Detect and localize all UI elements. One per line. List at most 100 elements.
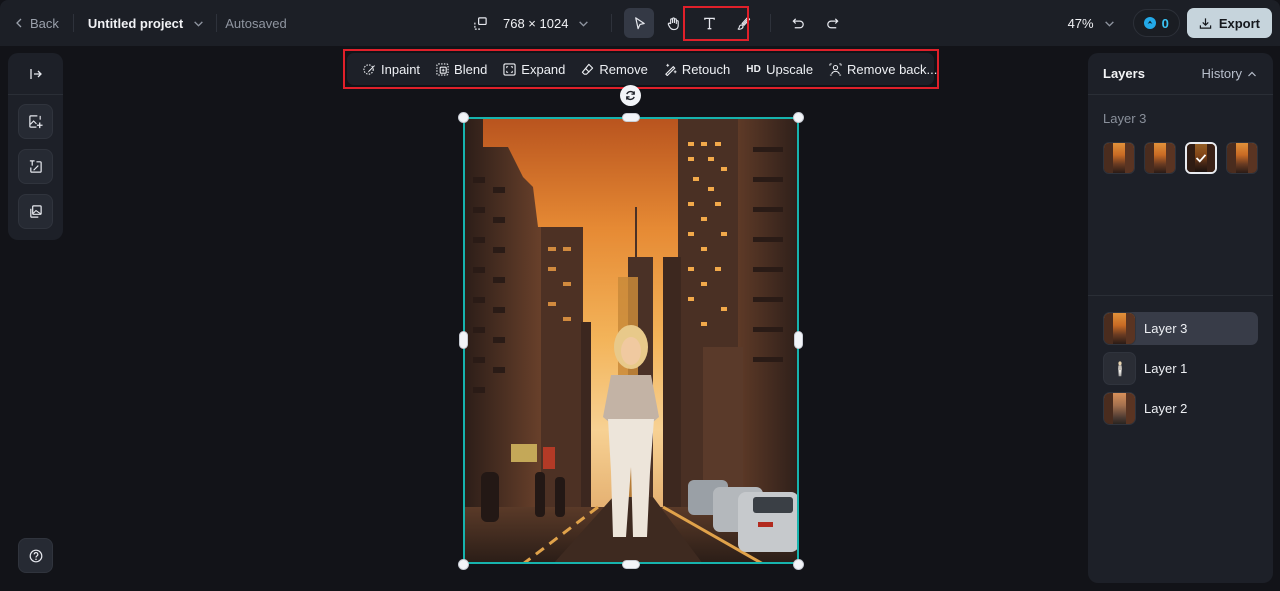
blend-label: Blend <box>454 61 488 77</box>
save-status: Autosaved <box>225 15 287 31</box>
history-thumbnail[interactable] <box>1144 142 1176 174</box>
expand-button[interactable]: Expand <box>495 55 573 83</box>
rotate-icon <box>626 90 635 101</box>
resize-handle-left[interactable] <box>459 331 468 349</box>
redo-button[interactable] <box>817 8 847 38</box>
eraser-icon <box>582 63 594 75</box>
checkmark-icon <box>1195 154 1207 163</box>
history-layer-name: Layer 3 <box>1103 111 1147 126</box>
image-layers-button[interactable] <box>18 194 53 229</box>
divider <box>216 14 218 32</box>
thumbnail-image <box>1145 143 1175 173</box>
zoom-dropdown[interactable]: 47% <box>1068 16 1115 31</box>
person-cutout-icon <box>1117 360 1122 376</box>
remove-background-icon <box>829 62 842 76</box>
canvas-image[interactable] <box>463 117 799 564</box>
blend-button[interactable]: Blend <box>428 55 495 83</box>
resize-handle-top-left[interactable] <box>458 112 469 123</box>
rotate-handle[interactable] <box>620 85 641 106</box>
resize-icon <box>473 16 487 30</box>
layer-thumbnail <box>1103 392 1136 425</box>
blend-icon <box>436 62 449 76</box>
layer-name: Layer 3 <box>1144 321 1188 336</box>
inpaint-icon <box>363 63 376 75</box>
inpaint-label: Inpaint <box>381 61 421 77</box>
left-tool-panel <box>8 53 63 240</box>
hand-icon <box>667 16 679 30</box>
resize-handle-bottom-left[interactable] <box>458 559 469 570</box>
brush-icon <box>737 16 751 30</box>
download-icon <box>1199 17 1212 29</box>
expand-label: Expand <box>521 61 566 77</box>
brush-tool-button[interactable] <box>728 8 758 38</box>
export-button[interactable]: Export <box>1186 8 1272 38</box>
layer-thumbnail <box>1103 312 1136 345</box>
resize-canvas-button[interactable] <box>465 8 495 38</box>
help-button[interactable] <box>18 538 53 573</box>
project-name: Untitled project <box>87 15 184 31</box>
resize-handle-bottom[interactable] <box>622 560 640 569</box>
layer-item[interactable]: Layer 2 <box>1103 392 1258 425</box>
add-image-button[interactable] <box>18 104 53 139</box>
text-tool-button[interactable] <box>694 8 724 38</box>
back-button[interactable]: Back <box>14 16 59 31</box>
divider <box>770 14 772 32</box>
editor-app: Back Untitled project Autosaved 768 × 10… <box>0 0 1280 591</box>
divider <box>1088 295 1273 296</box>
canvas-size-dropdown[interactable]: 768 × 1024 <box>503 16 589 31</box>
expand-panel-icon <box>29 68 42 79</box>
credits-icon <box>1143 17 1156 29</box>
resize-handle-top-right[interactable] <box>793 112 804 123</box>
history-thumbnail-selected[interactable] <box>1185 142 1217 174</box>
project-name-dropdown[interactable]: Untitled project <box>88 16 204 31</box>
city-street-photo <box>463 117 799 564</box>
inpaint-button[interactable]: Inpaint <box>355 55 428 83</box>
history-thumbnail[interactable] <box>1226 142 1258 174</box>
thumbnail-image <box>1227 143 1257 173</box>
pan-tool-button[interactable] <box>658 8 688 38</box>
remove-background-label: Remove back... <box>847 61 938 77</box>
text-to-image-button[interactable] <box>18 149 53 184</box>
text-icon <box>704 17 715 29</box>
layer-item[interactable]: Layer 1 <box>1103 352 1258 385</box>
remove-background-button[interactable]: Remove back... <box>821 55 945 83</box>
select-tool-button[interactable] <box>624 8 655 38</box>
redo-icon <box>827 17 839 28</box>
layer-name: Layer 2 <box>1144 401 1188 416</box>
hd-icon: HD <box>746 63 762 75</box>
image-tools-bar: Inpaint Blend Expand Remove Retouch HD U… <box>347 53 937 85</box>
undo-button[interactable] <box>783 8 813 38</box>
pointer-icon <box>635 16 645 29</box>
remove-button[interactable]: Remove <box>573 55 655 83</box>
history-toggle[interactable]: History <box>1202 66 1257 81</box>
resize-handle-top[interactable] <box>622 113 640 122</box>
export-label: Export <box>1218 15 1260 31</box>
canvas-size: 768 × 1024 <box>503 15 569 31</box>
back-label: Back <box>30 15 59 31</box>
upscale-button[interactable]: HD Upscale <box>738 55 821 83</box>
credits-button[interactable]: 0 <box>1132 9 1180 37</box>
divider <box>72 14 74 32</box>
history-thumbnail[interactable] <box>1103 142 1135 174</box>
layer-thumbnail <box>1103 352 1136 385</box>
chevron-down-icon <box>579 20 589 27</box>
history-label: History <box>1201 66 1242 81</box>
resize-handle-bottom-right[interactable] <box>793 559 804 570</box>
expand-icon <box>503 62 516 76</box>
credits-count: 0 <box>1161 15 1169 31</box>
layer-name: Layer 1 <box>1144 361 1188 376</box>
chevron-down-icon <box>194 20 204 27</box>
help-icon <box>29 549 42 562</box>
layers-tab[interactable]: Layers <box>1103 66 1145 81</box>
add-image-icon <box>29 115 43 129</box>
text-to-image-icon <box>29 160 42 173</box>
resize-handle-right[interactable] <box>794 331 803 349</box>
retouch-label: Retouch <box>681 61 731 77</box>
layers-panel: Layers History Layer 3 Layer 3 Layer 1 L… <box>1088 53 1273 583</box>
layer-item[interactable]: Layer 3 <box>1103 312 1258 345</box>
retouch-button[interactable]: Retouch <box>656 55 738 83</box>
expand-panel-button[interactable] <box>8 53 63 95</box>
layers-image-icon <box>30 205 42 218</box>
history-thumbnails <box>1103 142 1258 174</box>
upscale-label: Upscale <box>766 61 814 77</box>
